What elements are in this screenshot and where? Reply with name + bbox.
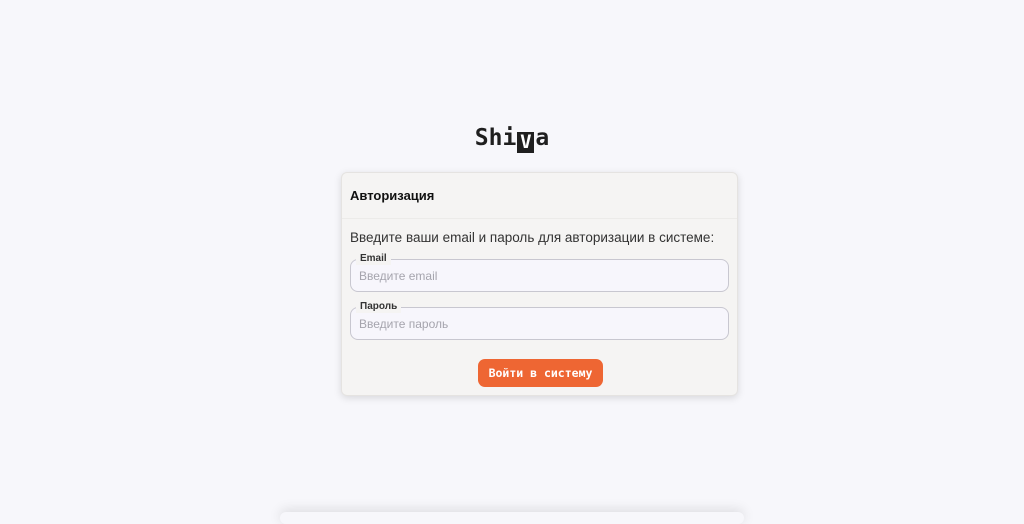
bottom-panel-edge xyxy=(280,512,744,524)
password-input[interactable] xyxy=(359,308,719,339)
card-title: Авторизация xyxy=(350,188,435,203)
logo-text-end: a xyxy=(535,125,550,151)
email-input[interactable] xyxy=(359,260,719,291)
card-header: Авторизация xyxy=(342,173,737,219)
logo-text-start: Shi xyxy=(474,125,517,151)
login-button[interactable]: Войти в систему xyxy=(478,359,603,387)
password-field: Пароль xyxy=(350,300,729,340)
login-card: Авторизация Введите ваши email и пароль … xyxy=(341,172,738,396)
app-logo: Shi Va xyxy=(0,124,1024,153)
card-description: Введите ваши email и пароль для авториза… xyxy=(350,230,715,245)
logo-check-mark: V xyxy=(517,132,535,153)
email-field: Email xyxy=(350,252,729,292)
